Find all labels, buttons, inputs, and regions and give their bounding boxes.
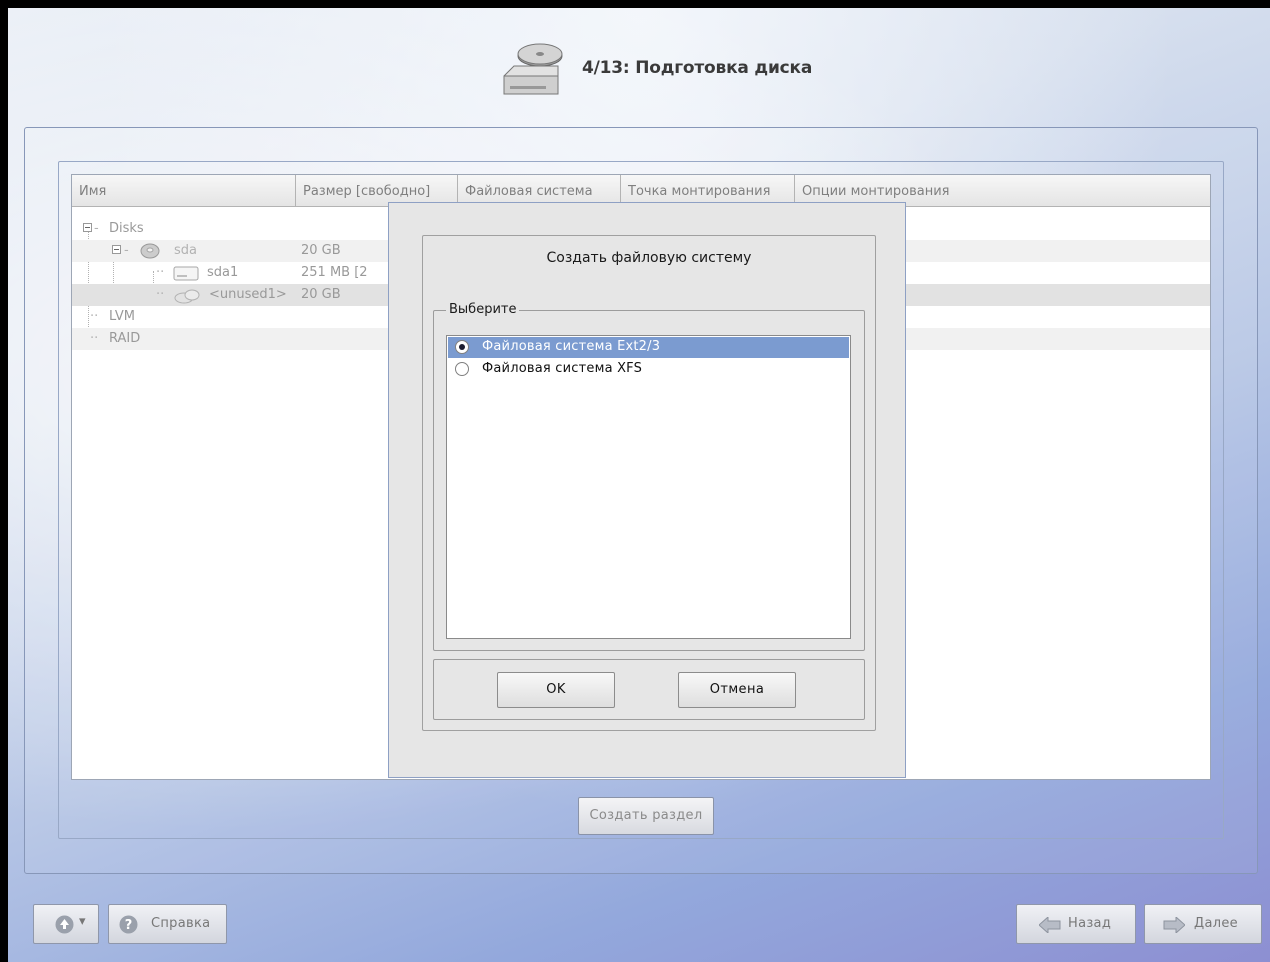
next-label: Далее [1194,916,1238,931]
back-button[interactable]: Назад [1016,904,1136,944]
forward-arrow-icon [1163,917,1185,933]
group-label: Выберите [446,302,520,317]
option-ext23[interactable]: Файловая система Ext2/3 [448,337,849,358]
dialog-content-frame: Создать файловую систему Выберите Файлов… [422,235,876,731]
help-label: Справка [151,916,211,931]
option-label: Файловая система Ext2/3 [482,339,661,354]
ok-button[interactable]: OK [497,672,615,708]
help-icon: ? [119,915,138,934]
cancel-button[interactable]: Отмена [678,672,796,708]
page-title: 4/13: Подготовка диска [582,58,813,78]
back-label: Назад [1068,916,1112,931]
up-arrow-icon [55,915,74,934]
radio-button[interactable] [455,362,469,376]
create-partition-button[interactable]: Создать раздел [578,797,714,835]
filesystem-choice-group: Выберите Файловая система Ext2/3 Файлова… [433,302,865,651]
next-button[interactable]: Далее [1144,904,1262,944]
dialog-button-area: OK Отмена [433,659,865,720]
option-xfs[interactable]: Файловая система XFS [448,359,849,380]
help-button[interactable]: ? Справка [108,904,227,944]
chevron-down-icon: ▾ [79,914,86,929]
dialog-title: Создать файловую систему [546,250,752,266]
create-filesystem-dialog: Создать файловую систему Выберите Файлов… [388,202,906,778]
filesystem-list[interactable]: Файловая система Ext2/3 Файловая система… [446,335,851,639]
radio-button[interactable] [455,340,469,354]
option-label: Файловая система XFS [482,361,643,376]
up-menu-button[interactable]: ▾ [33,904,99,944]
svg-text:?: ? [125,918,133,933]
back-arrow-icon [1039,917,1061,933]
disk-drive-icon [503,43,563,95]
